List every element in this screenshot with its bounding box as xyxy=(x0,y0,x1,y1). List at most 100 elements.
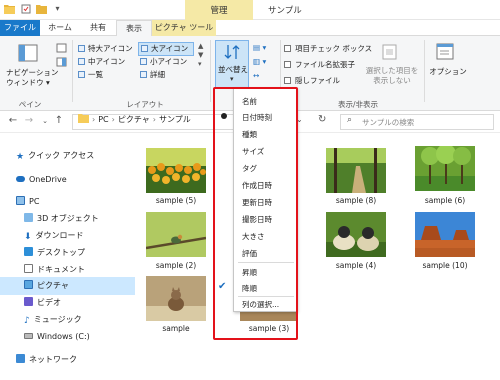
file-name[interactable]: sample (6) xyxy=(410,196,480,205)
thumbnail-green-trees[interactable] xyxy=(415,144,475,191)
context-group-label: 管理 xyxy=(210,6,228,16)
pane-small-buttons[interactable] xyxy=(56,42,68,92)
small-icons-option[interactable]: 小アイコン xyxy=(140,57,187,67)
search-icon: ⌕ xyxy=(347,115,353,125)
breadcrumb-pc[interactable]: PC xyxy=(98,115,108,124)
nav-item-onedrive[interactable]: OneDrive xyxy=(0,171,135,189)
nav-item-quick-access[interactable]: ★ クイック アクセス xyxy=(0,147,135,165)
hide-selected-label-2: 表示しない xyxy=(373,76,411,85)
hidden-items-option[interactable]: 隠しファイル xyxy=(284,76,340,86)
new-folder-icon[interactable] xyxy=(36,3,47,14)
navigation-pane-label-1: ナビゲーション xyxy=(6,68,59,77)
breadcrumb-sample[interactable]: サンプル xyxy=(159,114,191,125)
file-extensions-option[interactable]: ファイル名拡張子 xyxy=(284,60,355,70)
ribbon-tab-bar: ファイル ホーム 共有 表示 ピクチャ ツール xyxy=(0,20,500,37)
thumbnail-desert-mesa[interactable] xyxy=(415,212,475,257)
star-icon: ★ xyxy=(16,152,25,162)
tab-view[interactable]: 表示 xyxy=(116,20,152,37)
small-icons-icon xyxy=(140,58,147,65)
drive-icon xyxy=(24,333,33,339)
chevron-right-icon: › xyxy=(111,115,115,124)
quick-access-toolbar: ▾ xyxy=(4,3,63,14)
pane-group-label: ペイン xyxy=(18,100,42,109)
details-icon xyxy=(140,71,147,78)
chevron-down-icon: ▾ xyxy=(230,75,234,83)
list-option[interactable]: 一覧 xyxy=(78,70,103,80)
file-name[interactable]: sample (2) xyxy=(141,261,211,270)
size-columns-button[interactable]: ↔ xyxy=(253,71,259,81)
checkbox-icon xyxy=(284,61,291,68)
window-title: サンプル xyxy=(268,6,302,16)
thumbnail-tulips[interactable] xyxy=(146,148,206,193)
picture-icon xyxy=(24,280,33,289)
tab-home[interactable]: ホーム xyxy=(40,20,80,36)
customize-qat-icon[interactable]: ▾ xyxy=(52,3,63,14)
folder-icon xyxy=(78,114,89,125)
recent-locations-icon[interactable]: ⌄ xyxy=(38,114,52,128)
add-columns-button[interactable]: ▥ ▾ xyxy=(253,57,266,67)
properties-icon[interactable] xyxy=(20,3,31,14)
item-check-boxes-option[interactable]: 項目チェック ボックス xyxy=(284,44,372,54)
cube-icon xyxy=(24,213,33,222)
thumbnail-cat[interactable] xyxy=(146,276,206,321)
chevron-right-icon: › xyxy=(92,115,96,124)
folder-icon xyxy=(4,3,15,14)
refresh-icon[interactable]: ↻ xyxy=(318,114,326,125)
hide-selected-label-1: 選択した項目を xyxy=(365,66,419,75)
navigation-pane-label-2: ウィンドウ ▾ xyxy=(6,78,50,87)
file-name[interactable]: sample (4) xyxy=(321,261,391,270)
ribbon-separator xyxy=(210,40,211,102)
large-icons-option[interactable]: 大アイコン xyxy=(138,42,195,56)
details-option[interactable]: 詳細 xyxy=(140,70,165,80)
options-icon[interactable] xyxy=(435,42,455,62)
layout-group-label: レイアウト xyxy=(126,100,164,109)
thumbnail-ducklings[interactable] xyxy=(326,212,386,257)
highlight-annotation-box xyxy=(213,87,298,340)
file-name[interactable]: sample (5) xyxy=(141,196,211,205)
tab-picture-tools[interactable]: ピクチャ ツール xyxy=(152,20,216,36)
nav-item-3d-objects[interactable]: 3D オブジェクト xyxy=(0,210,135,228)
checkbox-icon xyxy=(284,45,291,52)
chevron-right-icon: › xyxy=(152,115,156,124)
nav-item-windows-c[interactable]: Windows (C:) xyxy=(0,328,135,346)
large-icons-icon xyxy=(141,45,148,52)
navigation-pane-button[interactable]: ナビゲーション ウィンドウ ▾ xyxy=(6,68,59,88)
nav-item-pc[interactable]: PC xyxy=(0,193,135,211)
nav-item-desktop[interactable]: デスクトップ xyxy=(0,244,135,262)
hide-selected-icon[interactable] xyxy=(380,42,400,62)
nav-item-videos[interactable]: ビデオ xyxy=(0,294,135,312)
back-arrow-icon[interactable]: ← xyxy=(6,114,20,128)
breadcrumb-pictures[interactable]: ピクチャ xyxy=(118,114,150,125)
nav-item-pictures[interactable]: ピクチャ xyxy=(0,277,135,295)
options-button[interactable]: オプション xyxy=(428,67,468,77)
music-icon: ♪ xyxy=(24,316,30,326)
thumbnail-forest-path[interactable] xyxy=(326,148,386,193)
forward-arrow-icon[interactable]: → xyxy=(22,114,36,128)
group-by-button[interactable]: ▤ ▾ xyxy=(253,43,266,53)
layout-scroll[interactable]: ▲ ▼ ▾ xyxy=(198,42,203,69)
sort-by-button[interactable]: 並べ替え ▾ xyxy=(215,40,249,88)
desktop-icon xyxy=(24,247,33,256)
tab-share[interactable]: 共有 xyxy=(80,20,116,36)
tab-file[interactable]: ファイル xyxy=(0,20,40,36)
nav-item-network[interactable]: ネットワーク xyxy=(0,351,135,369)
file-name[interactable]: sample (10) xyxy=(410,261,480,270)
extra-large-icons-option[interactable]: 特大アイコン xyxy=(78,44,133,54)
download-icon: ⬇ xyxy=(24,232,32,242)
breadcrumb: › PC › ピクチャ › サンプル xyxy=(78,114,191,125)
extra-large-icons-icon xyxy=(78,45,85,52)
sort-by-label: 並べ替え xyxy=(218,65,248,74)
nav-item-music[interactable]: ♪ ミュージック xyxy=(0,311,135,329)
ribbon-separator xyxy=(72,40,73,102)
medium-icons-option[interactable]: 中アイコン xyxy=(78,57,125,67)
file-name[interactable]: sample xyxy=(141,324,211,333)
up-arrow-icon[interactable]: ↑ xyxy=(52,114,66,128)
search-placeholder: サンプルの検索 xyxy=(362,118,415,127)
video-icon xyxy=(24,297,33,306)
thumbnail-bird-branch[interactable] xyxy=(145,212,207,257)
navigation-pane-icon[interactable] xyxy=(18,44,38,64)
hide-selected-items-button[interactable]: 選択した項目を 表示しない xyxy=(364,66,420,86)
file-name[interactable]: sample (8) xyxy=(321,196,391,205)
pc-icon xyxy=(16,196,25,205)
nav-item-downloads[interactable]: ⬇ ダウンロード xyxy=(0,227,135,245)
